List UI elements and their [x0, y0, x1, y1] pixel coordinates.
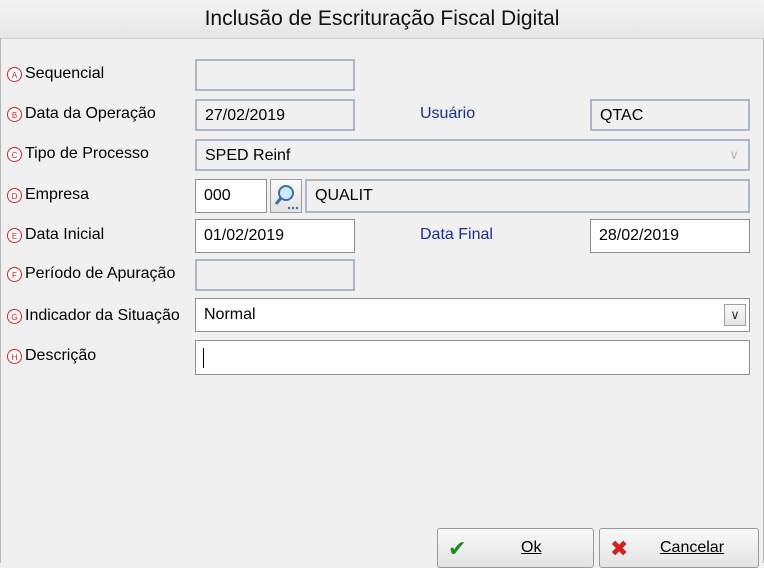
descricao-input[interactable] — [195, 340, 750, 375]
sequencial-field[interactable] — [195, 59, 355, 91]
ok-button-label: Ok — [521, 539, 542, 556]
usuario-field[interactable]: QTAC — [590, 99, 750, 131]
chevron-down-icon[interactable]: ∨ — [723, 145, 745, 167]
indicador-situacao-select[interactable]: Normal ∨ — [195, 298, 750, 332]
cancel-button[interactable]: ✖ Cancelar — [599, 528, 759, 568]
data-inicial-label: Data Inicial — [25, 226, 105, 243]
periodo-apuracao-field[interactable] — [195, 259, 355, 291]
data-final-input[interactable]: 28/02/2019 — [590, 219, 750, 253]
marker-c: C — [7, 147, 22, 162]
x-icon: ✖ — [610, 536, 629, 561]
marker-b: B — [7, 107, 22, 122]
descricao-label: Descrição — [25, 347, 97, 364]
window-title: Inclusão de Escrituração Fiscal Digital — [0, 0, 764, 39]
search-icon — [274, 185, 299, 210]
marker-e: E — [7, 228, 22, 243]
data-operacao-label: Data da Operação — [25, 105, 156, 122]
tipo-processo-label: Tipo de Processo — [25, 145, 149, 162]
marker-h: H — [7, 349, 22, 364]
cancel-button-label: Cancelar — [660, 539, 725, 556]
marker-f: F — [7, 267, 22, 282]
chevron-down-icon[interactable]: ∨ — [724, 304, 746, 326]
sequencial-label: Sequencial — [25, 65, 105, 82]
tipo-processo-value: SPED Reinf — [205, 147, 291, 164]
indicador-situacao-label: Indicador da Situação — [25, 307, 180, 324]
marker-d: D — [7, 188, 22, 203]
ok-button[interactable]: ✔ Ok — [437, 528, 594, 568]
data-operacao-field[interactable]: 27/02/2019 — [195, 99, 355, 131]
check-icon: ✔ — [448, 536, 467, 561]
data-inicial-input[interactable]: 01/02/2019 — [195, 219, 355, 253]
data-final-label: Data Final — [420, 226, 493, 243]
empresa-search-button[interactable] — [270, 179, 302, 213]
periodo-apuracao-label: Período de Apuração — [25, 265, 176, 282]
empresa-label: Empresa — [25, 186, 90, 203]
usuario-label: Usuário — [420, 105, 476, 122]
empresa-name-field[interactable]: QUALIT — [305, 179, 750, 213]
tipo-processo-select[interactable]: SPED Reinf ∨ — [195, 139, 750, 171]
marker-g: G — [7, 309, 22, 324]
empresa-code-input[interactable]: 000 — [195, 179, 267, 213]
indicador-situacao-value: Normal — [204, 306, 256, 323]
marker-a: A — [7, 67, 22, 82]
text-cursor — [203, 348, 204, 368]
